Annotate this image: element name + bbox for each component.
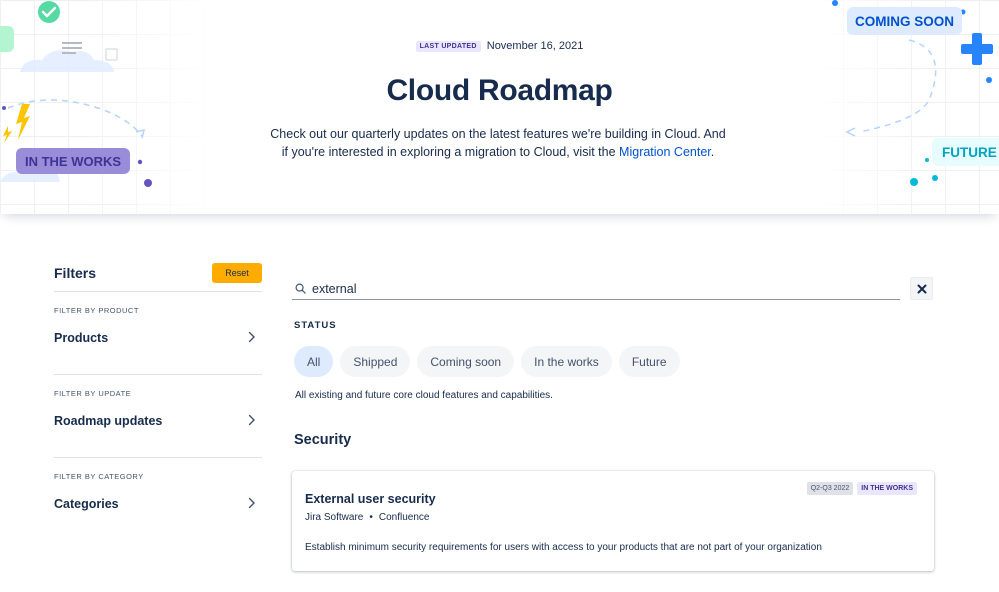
search-icon bbox=[295, 283, 306, 294]
hero-description: Check out our quarterly updates on the l… bbox=[270, 125, 726, 161]
chevron-right-icon bbox=[248, 497, 255, 509]
filter-group-value: Roadmap updates bbox=[54, 414, 163, 428]
check-circle-icon bbox=[38, 1, 60, 23]
in-the-works-tag: IN THE WORKS bbox=[16, 148, 130, 174]
filters-title: Filters bbox=[54, 265, 97, 281]
card-badges: Q2-Q3 2022 IN THE WORKS bbox=[806, 482, 917, 495]
filter-group-value: Products bbox=[54, 331, 109, 345]
card-separator: • bbox=[369, 512, 373, 523]
filters-sidebar: Filters Reset FILTER BY PRODUCT Products… bbox=[54, 262, 262, 541]
card-title: External user security bbox=[305, 492, 436, 506]
reset-button[interactable]: Reset bbox=[212, 263, 262, 283]
status-pill-coming-soon[interactable]: Coming soon bbox=[417, 346, 515, 377]
page-title: Cloud Roadmap bbox=[386, 74, 613, 107]
clear-search-button[interactable] bbox=[910, 277, 933, 300]
status-heading: STATUS bbox=[294, 320, 337, 331]
card-product: Jira Software bbox=[305, 512, 364, 523]
hero-banner: IN THE WORKS COMING SOON FUTURE LAST UPD… bbox=[0, 0, 999, 214]
filter-group-label: FILTER BY UPDATE bbox=[54, 389, 132, 398]
section-title: Security bbox=[294, 432, 352, 448]
chevron-right-icon bbox=[248, 331, 255, 343]
filter-roadmap-updates[interactable]: FILTER BY UPDATE Roadmap updates bbox=[54, 375, 262, 458]
last-updated-date: November 16, 2021 bbox=[486, 40, 584, 52]
status-pill-future[interactable]: Future bbox=[618, 346, 680, 377]
card-products: Jira Software • Confluence bbox=[305, 512, 429, 523]
close-icon bbox=[917, 284, 926, 293]
status-pills: All Shipped Coming soon In the works Fut… bbox=[294, 346, 680, 377]
future-tag: FUTURE bbox=[932, 138, 999, 166]
hero-description-end: . bbox=[710, 145, 715, 159]
search-bar bbox=[292, 278, 900, 300]
last-updated-badge: LAST UPDATED bbox=[415, 40, 481, 52]
filter-group-label: FILTER BY CATEGORY bbox=[54, 472, 144, 481]
status-pill-in-the-works[interactable]: In the works bbox=[521, 346, 612, 377]
quarter-badge: Q2-Q3 2022 bbox=[806, 482, 854, 495]
migration-center-link[interactable]: Migration Center bbox=[619, 145, 711, 159]
roadmap-card[interactable]: Q2-Q3 2022 IN THE WORKS External user se… bbox=[292, 471, 934, 571]
lightning-icon bbox=[16, 104, 30, 140]
last-updated-row: LAST UPDATED November 16, 2021 bbox=[0, 40, 999, 52]
status-pill-shipped[interactable]: Shipped bbox=[340, 346, 411, 377]
status-badge: IN THE WORKS bbox=[857, 482, 917, 495]
filter-products[interactable]: FILTER BY PRODUCT Products bbox=[54, 292, 262, 375]
filter-group-label: FILTER BY PRODUCT bbox=[54, 306, 139, 315]
filter-group-value: Categories bbox=[54, 497, 119, 511]
chevron-right-icon bbox=[248, 414, 255, 426]
card-description: Establish minimum security requirements … bbox=[305, 542, 822, 553]
filter-categories[interactable]: FILTER BY CATEGORY Categories bbox=[54, 458, 262, 541]
status-pill-all[interactable]: All bbox=[294, 346, 334, 377]
coming-soon-tag: COMING SOON bbox=[847, 7, 962, 35]
status-description: All existing and future core cloud featu… bbox=[295, 390, 553, 401]
search-input[interactable] bbox=[312, 281, 872, 296]
filters-header: Filters Reset bbox=[54, 262, 262, 292]
card-product: Confluence bbox=[378, 512, 430, 523]
